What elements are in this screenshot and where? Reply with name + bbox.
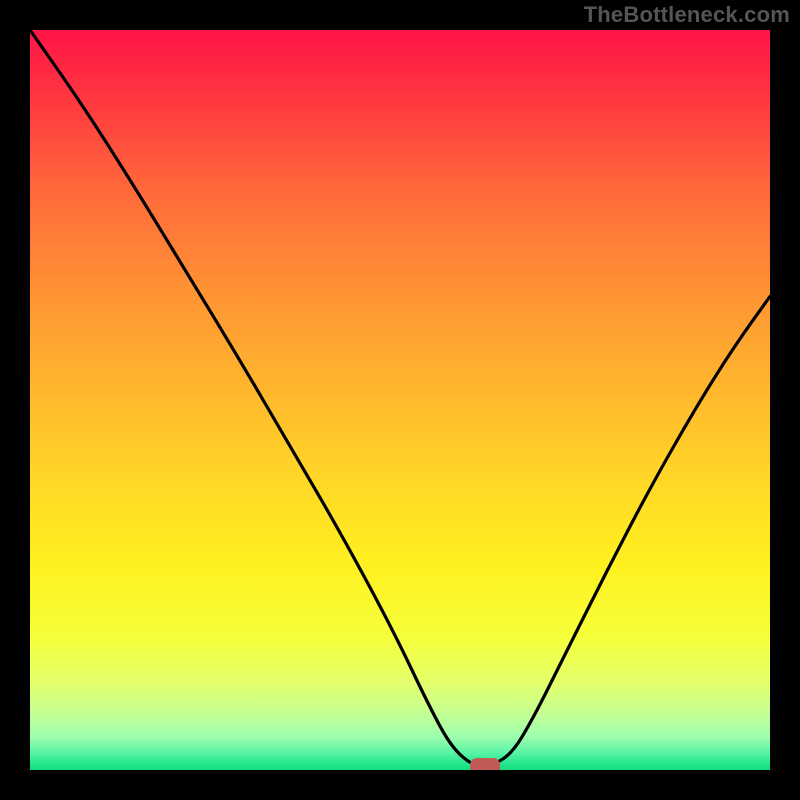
chart-svg [30,30,770,770]
watermark-text: TheBottleneck.com [584,2,790,28]
plot-area [30,30,770,770]
optimal-marker [470,758,500,770]
gradient-background [30,30,770,770]
chart-container: TheBottleneck.com [0,0,800,800]
